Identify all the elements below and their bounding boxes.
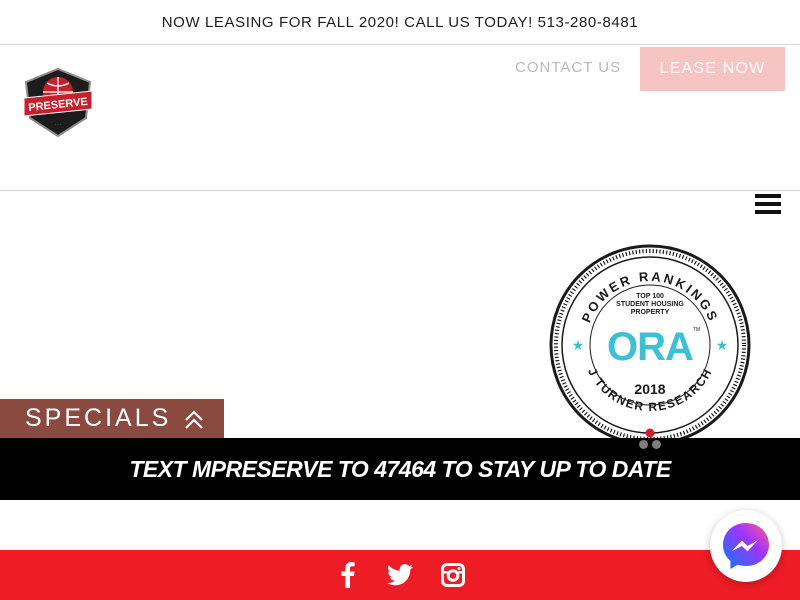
- badge-brand: ORA: [607, 325, 693, 369]
- specials-tab[interactable]: SPECIALS: [0, 399, 224, 438]
- site-logo[interactable]: PRESERVE · · ·: [20, 66, 96, 140]
- badge-line-1: TOP 100: [636, 293, 664, 300]
- shield-globe-icon: PRESERVE · · ·: [23, 67, 93, 138]
- text-alert-banner[interactable]: TEXT MPRESERVE TO 47464 TO STAY UP TO DA…: [0, 438, 800, 500]
- header-divider: [0, 190, 800, 191]
- lease-now-button[interactable]: LEASE NOW: [640, 47, 785, 91]
- text-alert-message: TEXT MPRESERVE TO 47464 TO STAY UP TO DA…: [129, 455, 671, 482]
- badge-line-3: PROPERTY: [631, 309, 670, 316]
- badge-year: 2018: [634, 381, 665, 397]
- carousel-dot[interactable]: [652, 440, 661, 449]
- star-left-icon: ★: [572, 338, 585, 354]
- badge-tm: TM: [693, 327, 700, 333]
- svg-text:· · ·: · · ·: [55, 122, 61, 127]
- award-badge: POWER RANKINGS J TURNER RESEARCH TOP 100…: [548, 243, 752, 447]
- carousel-dot[interactable]: [639, 440, 648, 449]
- footer-social-bar: [0, 550, 800, 600]
- carousel-dots: [639, 440, 661, 449]
- contact-us-link[interactable]: CONTACT US: [515, 59, 621, 76]
- badge-line-2: STUDENT HOUSING: [616, 301, 684, 308]
- twitter-icon[interactable]: [387, 562, 413, 588]
- hamburger-menu-icon[interactable]: [755, 193, 781, 215]
- messenger-chat-button[interactable]: [710, 510, 782, 582]
- instagram-icon[interactable]: [440, 562, 466, 588]
- announcement-text: NOW LEASING FOR FALL 2020! CALL US TODAY…: [161, 13, 639, 31]
- double-chevron-up-icon: [185, 409, 204, 429]
- specials-label: SPECIALS: [25, 404, 172, 432]
- badge-active-dot: [645, 428, 655, 438]
- page: NOW LEASING FOR FALL 2020! CALL US TODAY…: [0, 0, 800, 600]
- star-right-icon: ★: [716, 338, 729, 354]
- facebook-icon[interactable]: [335, 562, 361, 588]
- messenger-icon: [723, 523, 769, 569]
- announcement-bar: NOW LEASING FOR FALL 2020! CALL US TODAY…: [0, 0, 800, 45]
